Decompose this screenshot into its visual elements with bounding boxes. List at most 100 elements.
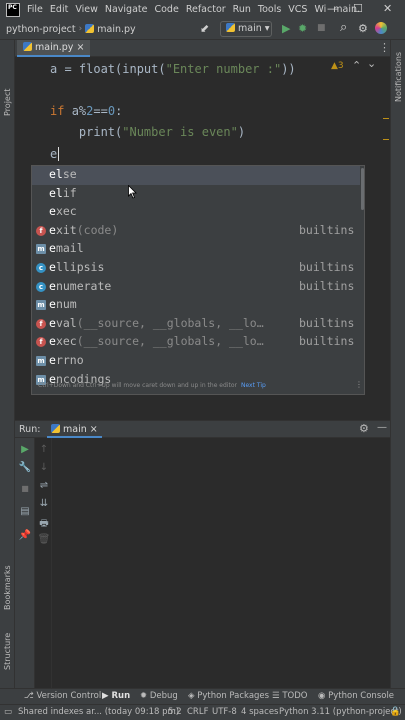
wrench-icon[interactable]: 🔧 (15, 462, 35, 473)
completion-item-name: else (49, 167, 77, 181)
menu-run[interactable]: Run (233, 4, 251, 15)
stop-icon[interactable]: ■ (15, 484, 35, 493)
lock-icon[interactable]: 🔓 (390, 707, 401, 717)
trash-icon[interactable]: 🗑 (34, 534, 54, 545)
bookmarks-tool-tab[interactable]: Bookmarks (3, 565, 12, 610)
error-stripe-marker[interactable] (383, 118, 389, 119)
completion-item[interactable]: f exec(__source, __globals, __lo… builtins (32, 333, 360, 352)
minimize-button[interactable]: — (327, 2, 338, 15)
close-icon[interactable]: × (76, 42, 84, 53)
status-message[interactable]: Shared indexes ar... (today 09:18 pm) (18, 707, 179, 717)
menu-window[interactable]: Wi (314, 4, 326, 15)
module-icon: m (36, 356, 46, 366)
tab-run[interactable]: ▶ Run (102, 691, 130, 701)
python-interpreter[interactable]: Python 3.11 (python-project) (279, 707, 402, 717)
menu-view[interactable]: View (75, 4, 98, 15)
tab-python-console[interactable]: ◉ Python Console (318, 691, 394, 701)
stop-icon[interactable]: ■ (317, 23, 326, 33)
completion-item-name: enumerate (49, 279, 111, 293)
run-panel-header: Run: main × ⚙ — (15, 420, 390, 438)
up-arrow-icon[interactable]: ↑ (34, 444, 54, 455)
tab-label: Python Console (328, 691, 395, 701)
soft-wrap-icon[interactable]: ⇌ (34, 480, 54, 491)
completion-item[interactable]: else (32, 166, 360, 185)
completion-item[interactable]: m errno (32, 352, 360, 371)
completion-rest-text: xec (55, 204, 77, 219)
maximize-button[interactable]: ☐ (353, 2, 363, 15)
error-stripe-marker[interactable] (383, 139, 389, 140)
tab-label: Version Control (36, 691, 102, 701)
settings-icon[interactable]: ⚙ (358, 22, 368, 35)
previous-highlight-icon[interactable]: ⌃ (352, 59, 361, 72)
completion-match-text: el (49, 167, 63, 181)
completion-item[interactable]: elif (32, 185, 360, 204)
line-separator[interactable]: CRLF (187, 707, 208, 717)
pin-icon[interactable]: 📌 (15, 530, 35, 541)
next-highlight-icon[interactable]: ⌄ (367, 57, 376, 70)
function-icon: f (36, 337, 46, 348)
completion-rest-text: se (62, 167, 77, 181)
print-icon[interactable]: 🖶 (34, 516, 54, 533)
completion-menu-icon[interactable]: ⋮ (355, 380, 363, 389)
project-tool-tab[interactable]: Project (3, 89, 12, 116)
completion-item[interactable]: f exit(code) builtins (32, 222, 360, 241)
menu-tools[interactable]: Tools (258, 4, 281, 15)
rerun-icon[interactable]: ▶ (15, 444, 35, 455)
notifications-tool-tab[interactable]: Notifications (394, 52, 403, 102)
run-tab-main[interactable]: main × (47, 421, 102, 438)
file-encoding[interactable]: UTF-8 (212, 707, 237, 717)
breadcrumb-project[interactable]: python-project (6, 24, 76, 35)
layout-icon[interactable]: ▤ (15, 506, 35, 517)
breadcrumb-file[interactable]: main.py (85, 23, 136, 35)
completion-rest-text: xit (55, 222, 77, 237)
next-tip-link[interactable]: Next Tip (241, 382, 266, 389)
close-window-button[interactable]: ✕ (383, 2, 392, 15)
debug-icon[interactable]: ✹ (298, 22, 307, 35)
jetbrains-icon[interactable] (375, 22, 387, 34)
completion-match-text: e (49, 204, 56, 219)
completion-item[interactable]: f eval(__source, __globals, __lo… builtins (32, 315, 360, 334)
completion-hint: Ctrl+Down and Ctrl+Up will move caret do… (38, 382, 266, 389)
run-console-output[interactable] (52, 438, 390, 688)
settings-icon[interactable]: ⚙ (359, 422, 369, 435)
completion-item[interactable]: c ellipsis builtins (32, 259, 360, 278)
search-icon[interactable]: ⌕ (340, 20, 347, 35)
completion-item[interactable]: exec (32, 203, 360, 222)
completion-scrollbar[interactable] (361, 168, 364, 210)
completion-match-text: el (49, 185, 63, 200)
breadcrumb-separator: › (78, 24, 83, 34)
python-icon (226, 23, 235, 32)
completion-params: (__source, __globals, __lo… (76, 315, 264, 330)
close-icon[interactable]: × (90, 424, 98, 435)
tab-debug[interactable]: ✹ Debug (140, 691, 178, 701)
menu-vcs[interactable]: VCS (288, 4, 307, 15)
completion-item[interactable]: m enum (32, 296, 360, 315)
tab-python-packages[interactable]: ◈ Python Packages (188, 691, 269, 701)
back-icon[interactable]: ⬋ (200, 22, 209, 35)
completion-item[interactable]: m email (32, 240, 360, 259)
structure-tool-tab[interactable]: Structure (3, 633, 12, 670)
completion-match-text: e (49, 241, 56, 256)
indexes-icon[interactable]: ▭ (4, 707, 12, 717)
warning-icon[interactable]: ▲3 (331, 61, 344, 71)
menu-code[interactable]: Code (154, 4, 178, 15)
tab-version-control[interactable]: ⎇ Version Control (24, 691, 101, 701)
menu-edit[interactable]: Edit (50, 4, 68, 15)
menu-refactor[interactable]: Refactor (186, 4, 226, 15)
run-configuration-select[interactable]: main ▾ (220, 21, 272, 37)
run-icon[interactable]: ▶ (282, 22, 290, 35)
code-line-5: e (50, 147, 58, 161)
caret-position[interactable]: 5:2 (168, 707, 182, 717)
down-arrow-icon[interactable]: ↓ (34, 462, 54, 473)
tab-label: Run (111, 691, 131, 701)
tab-todo[interactable]: ☰ TODO (272, 691, 307, 701)
completion-item[interactable]: c enumerate builtins (32, 278, 360, 297)
indent-settings[interactable]: 4 spaces (241, 707, 278, 717)
completion-match-text: e (49, 334, 56, 349)
menu-navigate[interactable]: Navigate (105, 4, 148, 15)
tabs-menu-icon[interactable]: ⋮ (379, 41, 390, 54)
tab-main-py[interactable]: main.py × (17, 40, 91, 57)
hide-panel-icon[interactable]: — (377, 422, 387, 433)
menu-file[interactable]: File (27, 4, 43, 15)
scroll-to-end-icon[interactable]: ⇊ (34, 498, 54, 509)
